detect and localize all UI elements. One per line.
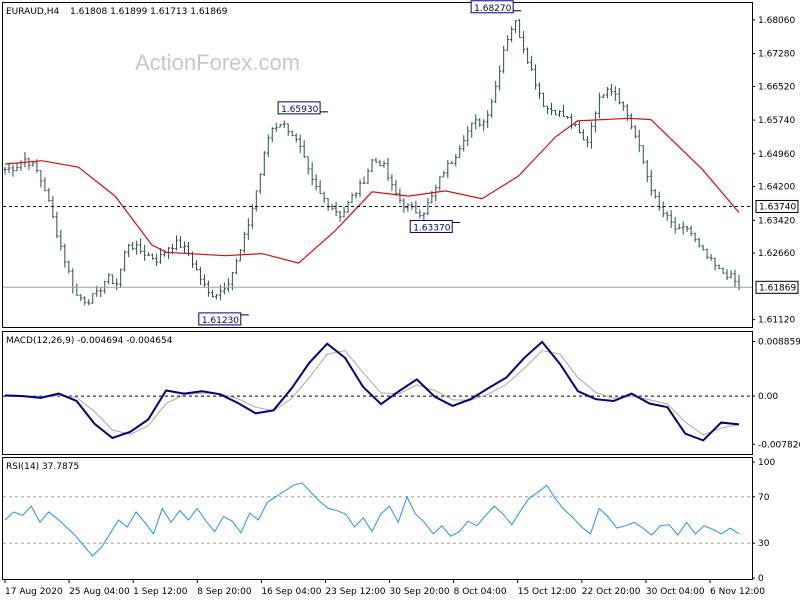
annotation-label: 1.68270 [474,4,511,14]
time-tick-label: 8 Sep 20:00 [197,587,252,597]
time-tick-label: 17 Aug 2020 [5,587,63,597]
annotation-label: 1.61230 [202,316,239,326]
price-tick-label: 1.67280 [758,50,795,60]
price-series: 1.68270 1.65930 1.63370 1.61230 [3,0,752,326]
price-tick-label: 1.62660 [758,249,795,259]
price-panel [2,2,753,328]
time-tick-label: 15 Oct 12:00 [518,587,577,597]
price-tick-label: 1.65740 [758,116,795,126]
moving-average-line [4,117,740,264]
time-tick-label: 6 Nov 12:00 [710,587,765,597]
macd-title: MACD(12,26,9) -0.004694 -0.004654 [6,336,173,346]
rsi-panel [2,457,753,580]
price-tag-label: 1.61869 [759,283,796,293]
time-tick-label: 30 Sep 20:00 [390,587,450,597]
ohlc-label: 1.61808 1.61899 1.61713 1.61869 [70,7,228,17]
time-tick-label: 1 Sep 12:00 [133,587,188,597]
rsi-line [4,482,740,557]
watermark: ActionForex.com [135,50,300,75]
symbol-label: EURAUD,H4 [6,7,59,17]
annotation-label: 1.63370 [413,223,450,233]
price-tick-label: 1.68060 [758,16,795,26]
time-tick-label: 23 Sep 12:00 [325,587,385,597]
price-tick-label: 1.61120 [758,316,795,326]
rsi-title: RSI(14) 37.7875 [6,462,79,472]
time-tick-label: 16 Sep 04:00 [261,587,321,597]
time-tick-label: 30 Oct 04:00 [646,587,705,597]
macd-series [3,340,752,442]
rsi-tick-label: 70 [758,493,770,503]
price-tick-label: 1.66520 [758,82,795,92]
price-tag-label: 1.63740 [759,202,796,212]
macd-line [4,340,740,442]
annotation-label: 1.65930 [281,105,318,115]
time-tick-label: 25 Aug 04:00 [69,587,130,597]
chart-window: ActionForex.com 1.68270 1.65930 1.63370 1.6… [0,0,800,600]
rsi-tick-label: 0 [758,574,764,584]
macd-tick-label: 0.008859 [758,337,800,347]
time-tick-label: 22 Oct 20:00 [582,587,641,597]
price-tick-label: 1.64960 [758,150,795,160]
rsi-series [3,482,752,557]
macd-tick-label: -0.007826 [758,440,800,450]
price-tick-label: 1.64200 [758,183,795,193]
macd-signal-line [4,349,740,436]
chart-canvas: ActionForex.com 1.682701.659301.633701.6… [2,0,800,597]
macd-tick-label: 0.00 [758,392,778,402]
time-tick-label: 8 Oct 04:00 [454,587,507,597]
rsi-tick-label: 30 [758,539,770,549]
price-tick-label: 1.63420 [758,216,795,226]
rsi-tick-label: 100 [758,458,775,468]
